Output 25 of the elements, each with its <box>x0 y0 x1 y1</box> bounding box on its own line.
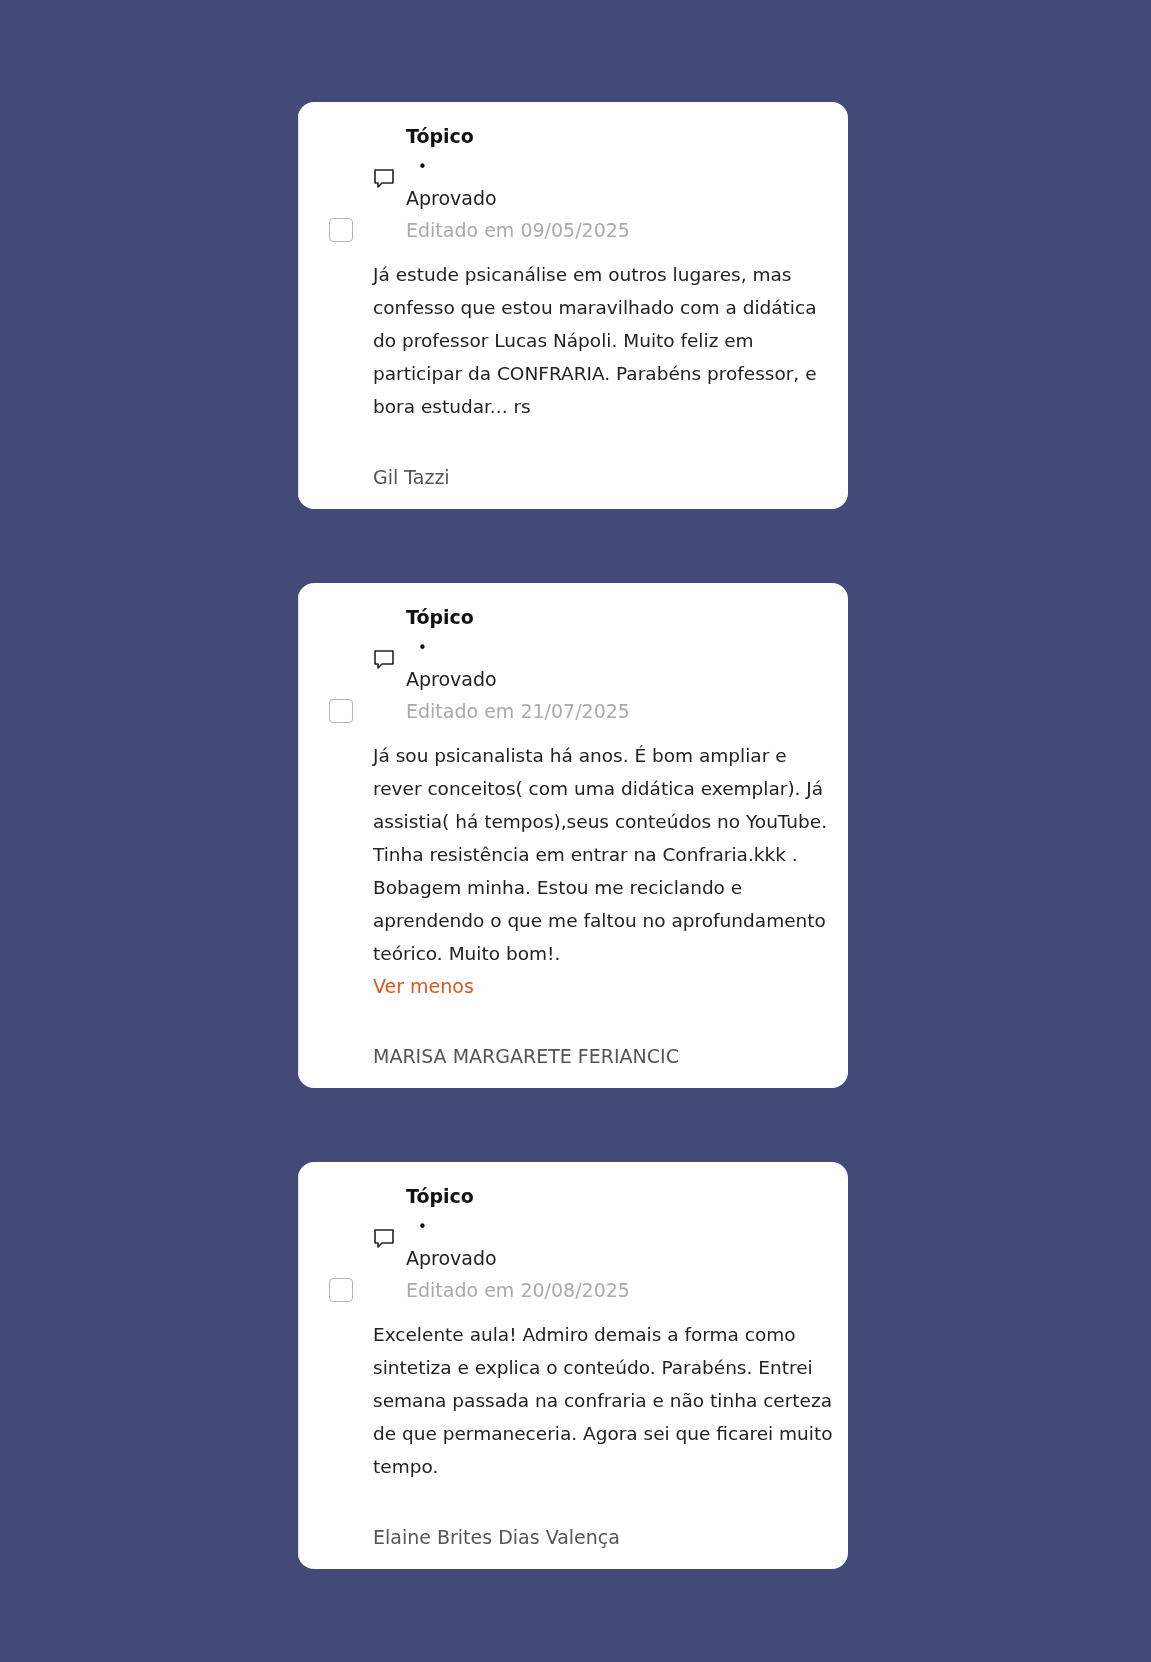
edited-date: Editado em 20/08/2025 <box>406 1278 630 1303</box>
author-name: Elaine Brites Dias Valença <box>373 1525 620 1550</box>
edited-date: Editado em 21/07/2025 <box>406 699 630 724</box>
comment-text: Já sou psicanalista há anos. É bom ampliar e rever conceitos( com uma didática exemplar). Já assistia( há tempos),seus conteúdos no YouTube. Tinha resistência em entrar na Confraria.kkk . Bobagem minha. Estou me reciclando e aprendendo o que me faltou no aprofundamento teórico. Muito bom!. <box>373 744 829 966</box>
comment-text: Já estude psicanálise em outros lugares, mas confesso que estou maravilhado com a didática do professor Lucas Nápoli. Muito feliz em participar da CONFRARIA. Parabéns professor, e bora estudar... rs <box>373 263 818 419</box>
author-name: Gil Tazzi <box>373 465 450 490</box>
checkbox[interactable] <box>328 699 353 723</box>
speech-bubble-icon <box>373 649 395 671</box>
speech-bubble-icon <box>373 168 395 190</box>
status-label: Aprovado <box>406 1246 497 1271</box>
speech-bubble-icon <box>373 1228 395 1250</box>
topic-title: Tópico <box>406 605 474 630</box>
see-less-link[interactable]: Ver menos <box>373 970 474 1002</box>
edited-date: Editado em 09/05/2025 <box>406 218 630 243</box>
bullet-separator: • <box>417 638 427 659</box>
bullet-separator: • <box>417 1217 427 1238</box>
status-label: Aprovado <box>406 186 497 211</box>
checkbox[interactable] <box>328 1278 353 1302</box>
bullet-separator: • <box>417 157 427 178</box>
checkbox[interactable] <box>328 218 353 242</box>
author-name: MARISA MARGARETE FERIANCIC <box>373 1044 679 1069</box>
topic-title: Tópico <box>406 1184 474 1209</box>
status-label: Aprovado <box>406 667 497 692</box>
comment-text: Excelente aula! Admiro demais a forma como sintetiza e explica o conteúdo. Parabéns. Entrei semana passada na confraria e não tinha certeza de que permaneceria. Agora sei que ficarei muito tempo. <box>373 1323 833 1479</box>
topic-title: Tópico <box>406 124 474 149</box>
